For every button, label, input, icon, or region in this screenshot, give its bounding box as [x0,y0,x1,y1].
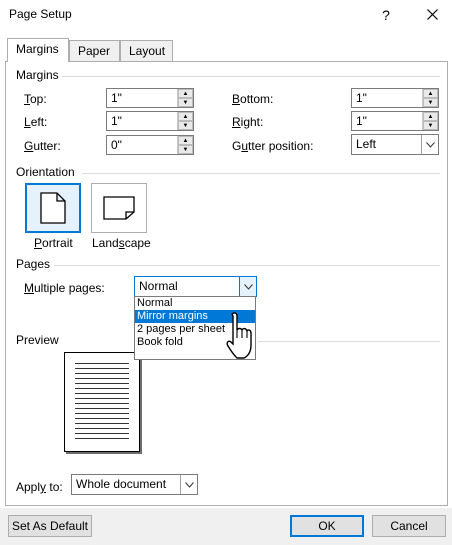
preview-text-line [75,388,129,389]
apply-to-label: Apply to: [16,480,63,494]
portrait-page-icon [40,192,66,224]
preview-text-line [75,403,129,404]
page-preview [64,352,140,452]
preview-divider [258,341,440,342]
apply-to-value[interactable]: Whole document [72,475,180,494]
tab-paper[interactable]: Paper [69,40,120,62]
option-normal[interactable]: Normal [135,297,255,310]
multiple-pages-value[interactable]: Normal [135,277,239,296]
top-label: Top: [24,92,47,106]
preview-text-line [75,418,129,419]
gutter-position-select[interactable]: Left [351,134,439,155]
portrait-button[interactable] [25,183,81,233]
bottom-margin-value[interactable]: 1" [352,89,422,107]
spin-up-icon[interactable]: ▲ [423,89,438,98]
preview-text-line [75,378,129,379]
spin-up-icon[interactable]: ▲ [178,112,193,121]
right-margin-spinner[interactable]: 1" ▲ ▼ [351,111,439,131]
left-margin-value[interactable]: 1" [107,112,177,130]
window-title: Page Setup [9,7,72,21]
spin-up-icon[interactable]: ▲ [178,136,193,145]
top-margin-spinner[interactable]: 1" ▲ ▼ [106,88,194,108]
margins-section-label: Margins [16,68,59,82]
preview-text-line [75,398,129,399]
preview-text-line [75,438,129,439]
tab-layout[interactable]: Layout [120,40,173,62]
preview-text-line [75,373,129,374]
set-as-default-button[interactable]: Set As Default [8,515,92,537]
left-label: Left: [24,115,48,129]
preview-section-label: Preview [16,333,59,347]
bottom-margin-spinner[interactable]: 1" ▲ ▼ [351,88,439,108]
apply-to-select[interactable]: Whole document [71,474,198,495]
spin-down-icon[interactable]: ▼ [423,121,438,130]
bottom-label: Bottom: [232,92,274,106]
close-icon [426,9,438,20]
right-margin-value[interactable]: 1" [352,112,422,130]
preview-text-line [75,423,129,424]
spin-down-icon[interactable]: ▼ [423,98,438,107]
preview-text-line [75,363,129,364]
preview-text-line [75,428,129,429]
gutter-value[interactable]: 0" [107,136,177,154]
spin-down-icon[interactable]: ▼ [178,145,193,154]
ok-button[interactable]: OK [290,515,364,537]
preview-text-line [75,393,129,394]
orientation-divider [82,173,440,174]
spin-down-icon[interactable]: ▼ [178,121,193,130]
multiple-pages-select[interactable]: Normal [134,276,257,297]
gutter-position-label: Gutter position: [232,139,314,153]
tab-margins[interactable]: Margins [7,38,69,62]
spin-up-icon[interactable]: ▲ [178,89,193,98]
orientation-section-label: Orientation [16,165,75,179]
preview-text-line [75,433,129,434]
multiple-pages-label: Multiple pages: [24,281,105,295]
cancel-button[interactable]: Cancel [372,515,446,537]
chevron-down-icon [184,481,194,488]
help-button[interactable]: ? [374,3,398,27]
left-margin-spinner[interactable]: 1" ▲ ▼ [106,111,194,131]
gutter-label: Gutter: [24,139,61,153]
preview-text-line [75,383,129,384]
landscape-button[interactable] [91,183,147,233]
landscape-label: Landscape [92,236,151,250]
landscape-page-icon [103,196,135,220]
close-button[interactable] [420,3,444,27]
preview-text-line [75,368,129,369]
preview-text-line [75,413,129,414]
hand-cursor-icon [226,312,252,359]
gutter-spinner[interactable]: 0" ▲ ▼ [106,135,194,155]
pages-section-label: Pages [16,257,51,271]
right-label: Right: [232,115,264,129]
chevron-down-icon [243,283,253,290]
portrait-label: Portrait [34,236,73,250]
margins-divider [62,76,440,77]
top-margin-value[interactable]: 1" [107,89,177,107]
chevron-down-icon [425,141,435,148]
preview-text-line [75,408,129,409]
pages-divider [54,265,440,266]
spin-down-icon[interactable]: ▼ [178,98,193,107]
gutter-position-value[interactable]: Left [352,135,421,154]
spin-up-icon[interactable]: ▲ [423,112,438,121]
